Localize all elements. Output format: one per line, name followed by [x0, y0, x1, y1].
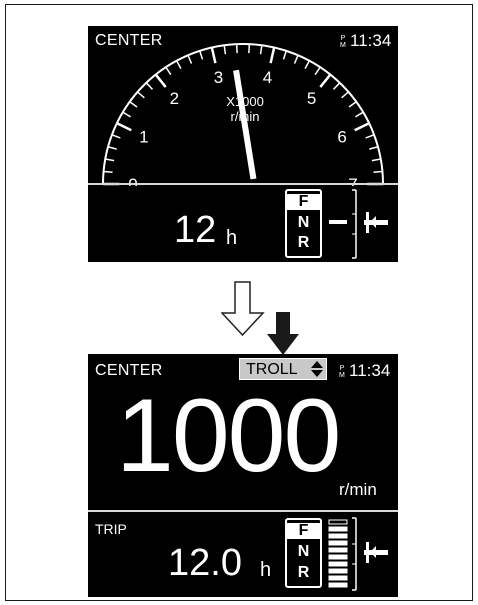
gear-reverse: R	[297, 234, 310, 251]
screen-divider	[88, 510, 398, 512]
ampm-top: P	[339, 365, 345, 372]
tach-minor-tick	[355, 111, 364, 118]
tach-scale-label: 4	[263, 68, 272, 87]
trim-segment	[328, 526, 348, 532]
tach-scale-label: 3	[214, 68, 223, 87]
trim-segment	[328, 554, 348, 560]
tach-minor-tick	[223, 45, 227, 55]
hour-meter-value: 12	[174, 209, 217, 251]
display-screen-tachometer: CENTER P M 11:34 01234567 X1000 r/min 12…	[88, 26, 398, 262]
tach-minor-tick	[187, 54, 193, 64]
clock-time: 11:34	[349, 361, 391, 380]
tach-minor-tick	[332, 82, 341, 90]
tach-minor-tick	[122, 111, 131, 118]
tach-major-tick	[210, 47, 217, 64]
tach-major-tick	[154, 73, 167, 88]
trim-segment	[328, 561, 348, 567]
gear-neutral: N	[297, 543, 310, 560]
gear-reverse: R	[297, 564, 310, 581]
tach-scale-label: 1	[139, 127, 148, 146]
tach-minor-tick	[137, 91, 145, 99]
trim-segment	[328, 519, 348, 525]
tach-minor-tick	[282, 50, 287, 60]
tach-minor-tick	[105, 158, 115, 162]
tach-minor-tick	[129, 101, 138, 108]
trim-level-bar	[329, 220, 347, 224]
tach-minor-tick	[103, 170, 113, 174]
hollow-down-arrow-icon	[221, 281, 265, 337]
screen-divider	[88, 183, 398, 185]
tach-scale-label: 6	[337, 127, 346, 146]
tach-minor-tick	[107, 146, 117, 150]
gear-neutral: N	[297, 214, 310, 231]
tach-minor-tick	[293, 54, 299, 64]
gear-indicator: F N R	[285, 189, 322, 258]
troll-label: TROLL	[246, 361, 298, 378]
trip-label: TRIP	[95, 521, 127, 537]
tach-unit: r/min	[231, 109, 260, 124]
tach-major-tick	[354, 122, 370, 132]
trim-level-bar	[328, 519, 348, 588]
tachometer-needle	[233, 69, 257, 180]
tach-minor-tick	[165, 66, 172, 76]
hour-meter-unit: h	[226, 227, 238, 249]
tach-minor-tick	[199, 50, 204, 60]
tach-minor-tick	[304, 60, 311, 69]
trip-unit: h	[260, 559, 272, 581]
rpm-value: 1000	[116, 378, 341, 494]
trim-gauge	[328, 517, 388, 591]
trim-segment	[328, 533, 348, 539]
rpm-unit: r/min	[339, 480, 377, 499]
troll-mode-badge[interactable]: TROLL	[238, 357, 328, 381]
tach-minor-tick	[259, 45, 263, 55]
outboard-motor-icon	[364, 542, 388, 563]
tach-major-tick	[116, 122, 132, 132]
ampm-bottom: M	[339, 372, 345, 379]
ampm-indicator: P M	[339, 365, 345, 379]
tach-minor-tick	[369, 146, 379, 150]
tach-minor-tick	[365, 134, 375, 139]
tach-minor-tick	[314, 66, 321, 76]
tach-scale-label: 5	[307, 89, 316, 108]
trim-segment	[328, 547, 348, 553]
tach-minor-tick	[111, 134, 121, 139]
outboard-motor-icon	[364, 212, 388, 233]
trim-segment	[328, 582, 348, 588]
trim-segment	[328, 575, 348, 581]
trip-value: 12.0	[168, 542, 242, 584]
gear-indicator: F N R	[285, 518, 322, 588]
tach-minor-tick	[341, 91, 349, 99]
trim-segment	[328, 568, 348, 574]
trim-segment	[328, 540, 348, 546]
solid-down-arrow-icon	[267, 312, 299, 355]
display-screen-digital: CENTER TROLL P M 11:34 1000 r/min TRIP 1…	[88, 354, 398, 597]
tach-major-tick	[319, 73, 332, 88]
tach-multiplier: X1000	[226, 94, 264, 109]
trim-gauge	[329, 189, 388, 259]
tach-minor-tick	[371, 158, 381, 162]
tachometer-gauge: 0123 4567 X1000 r/min	[102, 43, 384, 186]
tach-minor-tick	[145, 82, 154, 90]
tach-scale-label: 2	[170, 89, 179, 108]
tach-minor-tick	[175, 60, 182, 69]
tach-minor-tick	[373, 170, 383, 174]
up-down-arrows-icon	[311, 361, 323, 377]
tach-major-tick	[269, 47, 276, 64]
gear-forward: F	[287, 194, 320, 210]
gear-forward: F	[287, 523, 320, 539]
tach-minor-tick	[348, 101, 357, 108]
